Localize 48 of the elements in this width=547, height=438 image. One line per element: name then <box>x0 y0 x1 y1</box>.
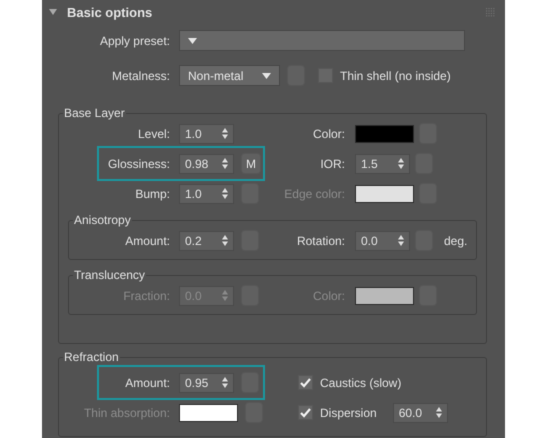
field-label: Thin absorption: <box>82 406 170 420</box>
map-button[interactable]: M <box>241 153 261 174</box>
field-label: Bump: <box>134 186 170 200</box>
spinner-arrows-icon <box>222 128 228 139</box>
color-swatch[interactable] <box>355 124 414 142</box>
dropdown[interactable]: Non-metal <box>179 65 280 86</box>
dropdown[interactable] <box>179 30 465 51</box>
spinner-arrows-icon <box>398 158 404 169</box>
field-label: Color: <box>312 126 345 140</box>
spinner-arrows-icon <box>398 235 404 246</box>
checkbox-label: Thin shell (no inside) <box>340 68 451 82</box>
spinner-field[interactable]: 0.95 <box>179 372 234 392</box>
spinner-arrows-icon <box>222 377 228 388</box>
dropdown-arrow-icon <box>188 38 197 44</box>
group-title: Translucency <box>73 268 146 282</box>
field-label: Edge color: <box>283 186 345 200</box>
dropdown-arrow-icon <box>262 72 271 78</box>
spinner-arrows-icon <box>436 407 442 418</box>
spinner-arrows-icon <box>222 290 228 301</box>
checkbox-label: Dispersion <box>320 406 377 420</box>
field-label: Amount: <box>124 234 170 248</box>
field-label: Fraction: <box>122 288 170 302</box>
field-label: Rotation: <box>296 234 345 248</box>
checkbox-label: Caustics (slow) <box>320 376 402 390</box>
spinner-field[interactable]: 1.0 <box>179 184 234 204</box>
group-title: Anisotropy <box>73 213 132 227</box>
field-label: Metalness: <box>110 68 170 82</box>
field-label: IOR: <box>319 156 345 170</box>
checkbox[interactable] <box>298 375 313 390</box>
field-label: Color: <box>312 288 345 302</box>
field-label: Amount: <box>124 376 170 390</box>
grip-icon[interactable] <box>486 8 495 16</box>
spinner-field[interactable]: 0.0 <box>355 230 410 250</box>
field-label: Apply preset: <box>98 34 170 48</box>
group-title: Base Layer <box>63 106 126 120</box>
spinner-field[interactable]: 0.2 <box>179 230 234 250</box>
spinner-arrows-icon <box>222 158 228 169</box>
panel-title: Basic options <box>67 4 154 20</box>
spinner-arrows-icon <box>222 235 228 246</box>
spinner-field[interactable]: 1.0 <box>179 124 234 144</box>
spinner-field[interactable]: 1.5 <box>355 154 410 174</box>
spinner-field[interactable]: 0.98 <box>179 154 234 174</box>
spinner-arrows-icon <box>222 188 228 199</box>
field-label: Glossiness: <box>106 156 170 170</box>
group-title: Refraction <box>63 350 120 364</box>
field-label: Level: <box>136 126 170 140</box>
unit-label: deg. <box>444 234 468 248</box>
collapse-arrow-icon[interactable] <box>49 9 57 15</box>
